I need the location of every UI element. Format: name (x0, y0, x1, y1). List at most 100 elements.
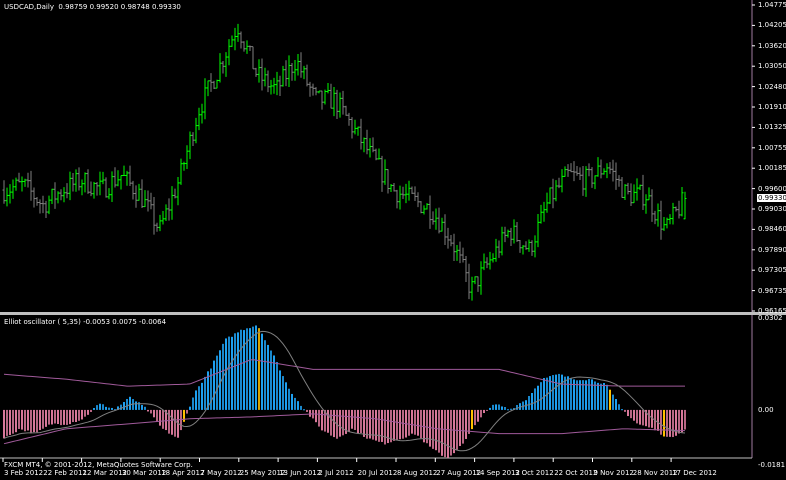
oscillator-tick-label: 0.0302 (758, 314, 783, 322)
oscillator-bar (603, 383, 605, 410)
oscillator-bar (111, 407, 113, 410)
oscillator-bar (243, 330, 245, 410)
oscillator-bar (93, 408, 95, 410)
oscillator-bar (72, 409, 74, 423)
date-tick-label: 17 Dec 2012 (672, 469, 717, 477)
oscillator-bar (411, 409, 413, 434)
oscillator-bar (15, 409, 17, 433)
oscillator-bar (633, 409, 635, 421)
oscillator-bar (492, 404, 494, 410)
oscillator-bar (420, 409, 422, 439)
oscillator-bar (54, 409, 56, 424)
oscillator-bar (297, 401, 299, 410)
oscillator-bar (552, 375, 554, 410)
oscillator-bar (123, 402, 125, 410)
oscillator-bar (399, 409, 401, 440)
oscillator-bar (459, 409, 461, 447)
oscillator-bar (48, 409, 50, 425)
oscillator-bar (429, 409, 431, 447)
oscillator-tick-label: -0.0181 (758, 461, 786, 469)
oscillator-bar (621, 409, 623, 411)
copyright-label: FXCM MT4, © 2001-2012, MetaQuotes Softwa… (4, 461, 193, 469)
oscillator-bar (342, 409, 344, 436)
oscillator-bar (96, 405, 98, 410)
oscillator-bar (3, 409, 5, 439)
oscillator-bar (84, 409, 86, 417)
price-tick-label: 1.04775 (758, 1, 786, 9)
oscillator-bar (540, 382, 542, 410)
price-tick-label: 1.01910 (758, 103, 786, 111)
oscillator-bar (453, 409, 455, 454)
oscillator-bar (468, 409, 470, 434)
oscillator-bar (288, 388, 290, 410)
oscillator-bar (87, 409, 89, 415)
oscillator-bar (462, 409, 464, 444)
oscillator-bar (147, 409, 149, 412)
oscillator-bar (27, 409, 29, 431)
oscillator-bar (609, 389, 611, 410)
oscillator-bar (99, 403, 101, 410)
oscillator-bar (162, 409, 164, 429)
ohlc-values: 0.98759 0.99520 0.98748 0.99330 (58, 3, 181, 11)
oscillator-bar (303, 409, 305, 411)
oscillator-bar (9, 409, 11, 435)
oscillator-bar (510, 408, 512, 410)
oscillator-bar (483, 409, 485, 414)
oscillator-bar (663, 409, 665, 437)
symbol-name: USDCAD,Daily (4, 3, 54, 11)
oscillator-bar (348, 409, 350, 432)
oscillator-bar (171, 409, 173, 435)
oscillator-bar (636, 409, 638, 424)
oscillator-bar (450, 409, 452, 456)
oscillator-bar (630, 409, 632, 419)
date-tick-label: 30 Mar 2012 (121, 469, 167, 477)
oscillator-bar (69, 409, 71, 425)
chart-canvas[interactable] (0, 0, 786, 480)
price-tick-label: 1.03620 (758, 41, 786, 50)
oscillator-bar (234, 333, 236, 410)
oscillator-bar (6, 409, 8, 436)
price-tick-label: 0.98460 (758, 225, 786, 234)
oscillator-bar (129, 396, 131, 410)
date-tick-label: 9 Nov 2012 (593, 469, 634, 477)
oscillator-label: Elliot oscillator ( 5,35) -0.0053 0.0075… (4, 318, 166, 326)
oscillator-bar (597, 382, 599, 410)
oscillator-bar (672, 409, 674, 438)
oscillator-bar (402, 409, 404, 439)
oscillator-bar (267, 344, 269, 410)
oscillator-bar (78, 409, 80, 421)
price-tick-label: 0.97890 (758, 245, 786, 254)
oscillator-bar (36, 409, 38, 433)
date-tick-label: 7 May 2012 (200, 469, 242, 477)
oscillator-bar (237, 332, 239, 410)
oscillator-bar (153, 409, 155, 418)
oscillator-bar (639, 409, 641, 425)
oscillator-bar (333, 409, 335, 438)
oscillator-bar (42, 409, 44, 429)
oscillator-bar (270, 350, 272, 410)
oscillator-bar (666, 409, 668, 437)
oscillator-bar (45, 409, 47, 427)
oscillator-bar (432, 409, 434, 449)
oscillator-bar (657, 409, 659, 431)
lower-band-line (3, 413, 686, 445)
oscillator-bar (33, 409, 35, 433)
oscillator-bar (600, 383, 602, 410)
oscillator-bar (57, 409, 59, 424)
oscillator-bar (534, 388, 536, 410)
oscillator-bar (363, 409, 365, 437)
price-tick-label: 0.99030 (758, 205, 786, 213)
oscillator-bar (471, 409, 473, 430)
oscillator-bar (516, 405, 518, 410)
oscillator-bar (291, 393, 293, 410)
current-price-label: 0.99330 (757, 194, 786, 202)
oscillator-bar (489, 407, 491, 410)
oscillator-bar (501, 406, 503, 410)
oscillator-tick-label: 0.00 (758, 405, 774, 414)
oscillator-bar (486, 409, 488, 411)
date-tick-label: 13 Jun 2012 (279, 469, 322, 477)
oscillator-bar (327, 409, 329, 433)
date-tick-label: 2 Jul 2012 (318, 469, 354, 477)
symbol-label: USDCAD,Daily 0.98759 0.99520 0.98748 0.9… (4, 3, 181, 11)
oscillator-bar (447, 409, 449, 458)
